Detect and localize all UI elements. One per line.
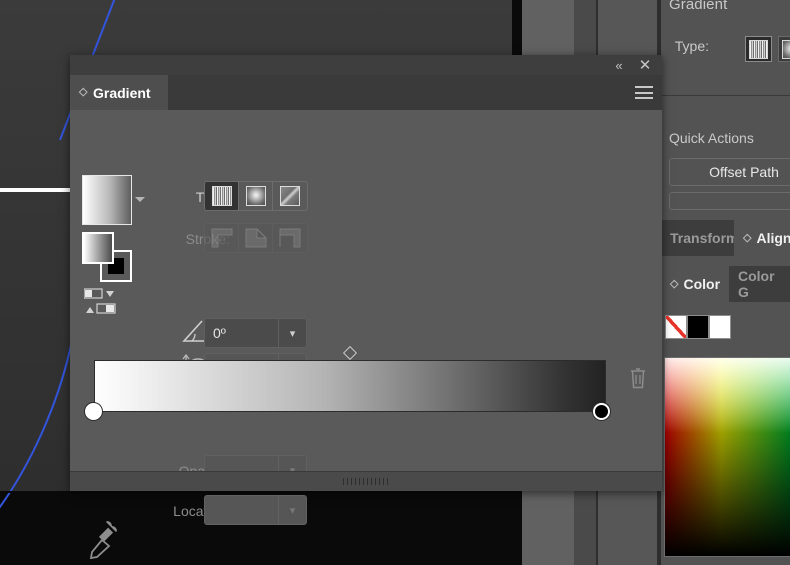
chevron-down-icon-location[interactable]: ▾: [278, 496, 306, 524]
dock-gradient-panel: Gradient Type:: [661, 0, 790, 80]
right-dock: Gradient Type: Quick Actions Offset Path…: [660, 0, 790, 565]
dock-linear-gradient-button[interactable]: [745, 36, 772, 62]
chevron-down-icon-angle[interactable]: ▾: [278, 319, 306, 347]
tab-align[interactable]: ◇ Align: [734, 220, 790, 256]
dock-gradient-type-row: Type:: [661, 34, 790, 62]
tab-color-guide-label: Color G: [738, 268, 775, 300]
color-swatch-row: [665, 315, 731, 339]
dock-type-label: Type:: [674, 38, 709, 54]
app-root: Gradient Type: Quick Actions Offset Path…: [0, 0, 790, 565]
dock-divider-1: [661, 95, 790, 96]
gradient-slider-bar[interactable]: [94, 360, 606, 412]
transform-align-tabbar: Transform ◇ Align: [661, 220, 790, 256]
resize-grip[interactable]: [343, 478, 389, 485]
eyedropper-icon[interactable]: [88, 520, 120, 562]
stroke-type-segmented: [204, 223, 308, 253]
linear-gradient-icon: [211, 186, 232, 206]
stroke-along-icon: [245, 228, 267, 248]
offset-path-button[interactable]: Offset Path: [669, 158, 790, 186]
close-icon[interactable]: ✕: [632, 55, 658, 75]
quick-action-secondary-button[interactable]: [669, 192, 790, 210]
updown-chevron-icon: ◇: [743, 231, 752, 244]
stroke-within-icon: [211, 228, 233, 248]
linear-gradient-icon: [749, 39, 768, 59]
gradient-angle-value: 0º: [213, 325, 226, 341]
fill-proxy-swatch[interactable]: [82, 232, 114, 264]
panel-footer: [70, 471, 662, 491]
swatch-none[interactable]: [665, 315, 687, 339]
gradient-stop-black[interactable]: [593, 403, 610, 420]
gradient-type-segmented: [204, 181, 308, 211]
dock-radial-gradient-button[interactable]: [778, 36, 790, 62]
updown-chevron-icon-color: ◇: [670, 277, 679, 290]
tab-gradient[interactable]: ◇ Gradient: [70, 75, 168, 110]
gradient-location-field[interactable]: ▾: [204, 495, 307, 525]
gradient-panel-titlebar[interactable]: « ✕: [70, 55, 662, 75]
double-chevron-left-icon[interactable]: «: [606, 55, 632, 75]
reverse-gradient-icon[interactable]: [83, 288, 118, 316]
tab-gradient-label: Gradient: [93, 84, 151, 101]
radial-gradient-icon: [245, 186, 266, 206]
gradient-preview-swatch[interactable]: [82, 175, 132, 225]
tab-transform[interactable]: Transform: [661, 220, 738, 256]
gradient-angle-field[interactable]: 0º ▾: [204, 318, 307, 348]
stroke-across-icon: [279, 228, 301, 248]
tab-color[interactable]: ◇ Color: [661, 266, 729, 302]
stroke-within-button[interactable]: [205, 224, 239, 252]
radial-gradient-button[interactable]: [239, 182, 273, 210]
midpoint-diamond-icon[interactable]: [342, 345, 358, 361]
tab-color-label: Color: [683, 276, 721, 292]
caret-down-icon[interactable]: [135, 197, 145, 202]
freeform-gradient-button[interactable]: [273, 182, 307, 210]
gradient-panel: « ✕ ◇ Gradient 0º ▾ Location: ▾: [70, 55, 662, 560]
color-spectrum-field[interactable]: [664, 357, 790, 557]
freeform-gradient-icon: [280, 186, 300, 206]
stroke-along-button[interactable]: [239, 224, 273, 252]
swatch-white[interactable]: [709, 315, 731, 339]
radial-gradient-icon: [782, 39, 790, 59]
dock-gradient-title: Gradient: [669, 0, 728, 13]
gradient-stop-white[interactable]: [85, 403, 102, 420]
tab-transform-label: Transform: [670, 230, 739, 246]
trash-icon[interactable]: [628, 366, 648, 390]
gradient-panel-tabbar: ◇ Gradient: [70, 75, 662, 110]
gradient-slider[interactable]: [85, 345, 610, 420]
swatch-black[interactable]: [687, 315, 709, 339]
stroke-across-button[interactable]: [273, 224, 307, 252]
tab-align-label: Align: [756, 230, 790, 246]
linear-gradient-button[interactable]: [205, 182, 239, 210]
tab-color-guide[interactable]: Color G: [729, 266, 790, 302]
updown-chevron-icon-panel: ◇: [79, 86, 88, 98]
dock-quick-actions: Quick Actions Offset Path: [661, 100, 790, 210]
hamburger-menu-icon[interactable]: [635, 86, 653, 99]
gradient-panel-body: Type: Stroke:: [70, 110, 662, 560]
color-tabbar: ◇ Color Color G: [661, 266, 790, 302]
color-spectrum-gradient: [665, 358, 790, 556]
quick-actions-title: Quick Actions: [669, 130, 754, 146]
